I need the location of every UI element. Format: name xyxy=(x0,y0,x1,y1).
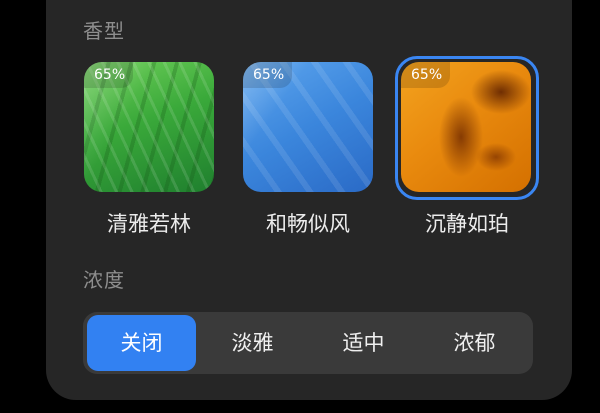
intensity-option-light[interactable]: 淡雅 xyxy=(198,315,307,371)
intensity-option-strong[interactable]: 浓郁 xyxy=(420,315,529,371)
scent-card-forest[interactable]: 65% xyxy=(84,62,214,192)
scent-name-breeze: 和畅似风 xyxy=(266,212,350,236)
scent-percent-badge: 65% xyxy=(243,62,293,88)
intensity-section-label: 浓度 xyxy=(83,268,125,292)
intensity-segmented-control: 关闭 淡雅 适中 浓郁 xyxy=(83,312,533,374)
intensity-option-medium[interactable]: 适中 xyxy=(309,315,418,371)
scent-card-amber[interactable]: 65% xyxy=(401,62,531,192)
scent-section-label: 香型 xyxy=(83,19,125,43)
scent-name-amber: 沉静如珀 xyxy=(425,212,509,236)
scent-card-breeze[interactable]: 65% xyxy=(243,62,373,192)
scent-percent-badge: 65% xyxy=(401,62,451,88)
intensity-option-off[interactable]: 关闭 xyxy=(87,315,196,371)
scent-name-forest: 清雅若林 xyxy=(107,212,191,236)
scent-percent-badge: 65% xyxy=(84,62,134,88)
